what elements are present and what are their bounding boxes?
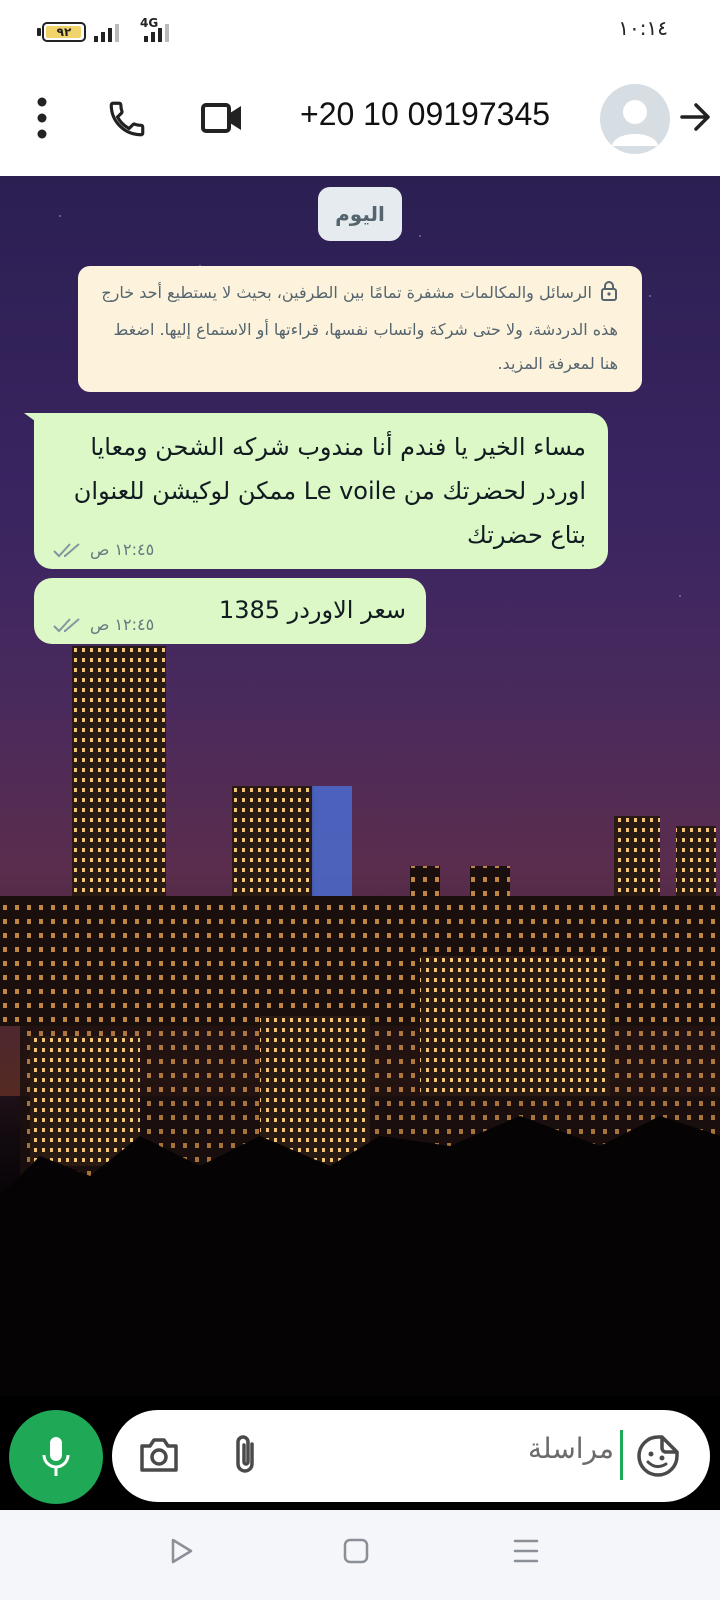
voice-call-icon[interactable] [106,98,148,144]
double-check-icon [53,542,80,557]
message-time: ١٢:٤٥ ص [90,540,155,559]
battery-icon: ٩٢ [42,22,86,42]
encryption-notice[interactable]: الرسائل والمكالمات مشفرة تمامًا بين الطر… [78,266,642,392]
contact-name[interactable]: +20 10 09197345 [300,96,550,133]
mic-icon [42,1437,70,1476]
message-bubble[interactable]: مساء الخير يا فندم أنا مندوب شركه الشحن … [24,413,608,569]
message-time: ١٢:٤٥ ص [90,615,155,634]
chat-header: +20 10 09197345 [0,60,720,176]
battery-level: ٩٢ [56,25,72,39]
sticker-icon[interactable] [636,1434,680,1482]
message-input[interactable]: مراسلة [112,1410,710,1502]
avatar-icon[interactable] [600,84,670,154]
camera-icon[interactable] [138,1436,180,1478]
recents-nav-icon[interactable] [512,1536,540,1570]
status-time: ١٠:١٤ [618,16,668,40]
message-text: مساء الخير يا فندم أنا مندوب شركه الشحن … [73,433,586,549]
more-options-icon[interactable] [30,96,54,144]
date-divider: اليوم [318,187,402,241]
home-nav-icon[interactable] [342,1536,370,1570]
back-nav-icon[interactable] [168,1536,196,1570]
mic-button[interactable] [9,1410,103,1504]
system-nav-bar [0,1510,720,1600]
status-bar: ٩٢ 4G ١٠:١٤ [0,0,720,60]
signal-icon [94,22,119,42]
chat-area[interactable]: اليوم الرسائل والمكالمات مشفرة تمامًا بي… [0,176,720,1510]
encryption-notice-text: الرسائل والمكالمات مشفرة تمامًا بين الطر… [101,283,618,373]
lock-icon [600,279,618,313]
message-meta: ١٢:٤٥ ص [52,540,154,559]
double-check-icon [53,617,80,632]
text-caret [620,1430,623,1480]
message-meta: ١٢:٤٥ ص [52,615,154,634]
signal-icon-2 [144,22,169,42]
back-arrow-icon[interactable] [678,100,712,138]
wallpaper-city [0,646,720,1396]
message-bubble[interactable]: سعر الاوردر 1385 ١٢:٤٥ ص [34,578,426,644]
video-call-icon[interactable] [200,100,244,140]
battery-nub [37,28,41,36]
attach-icon[interactable] [230,1432,260,1482]
input-placeholder: مراسلة [528,1432,614,1465]
